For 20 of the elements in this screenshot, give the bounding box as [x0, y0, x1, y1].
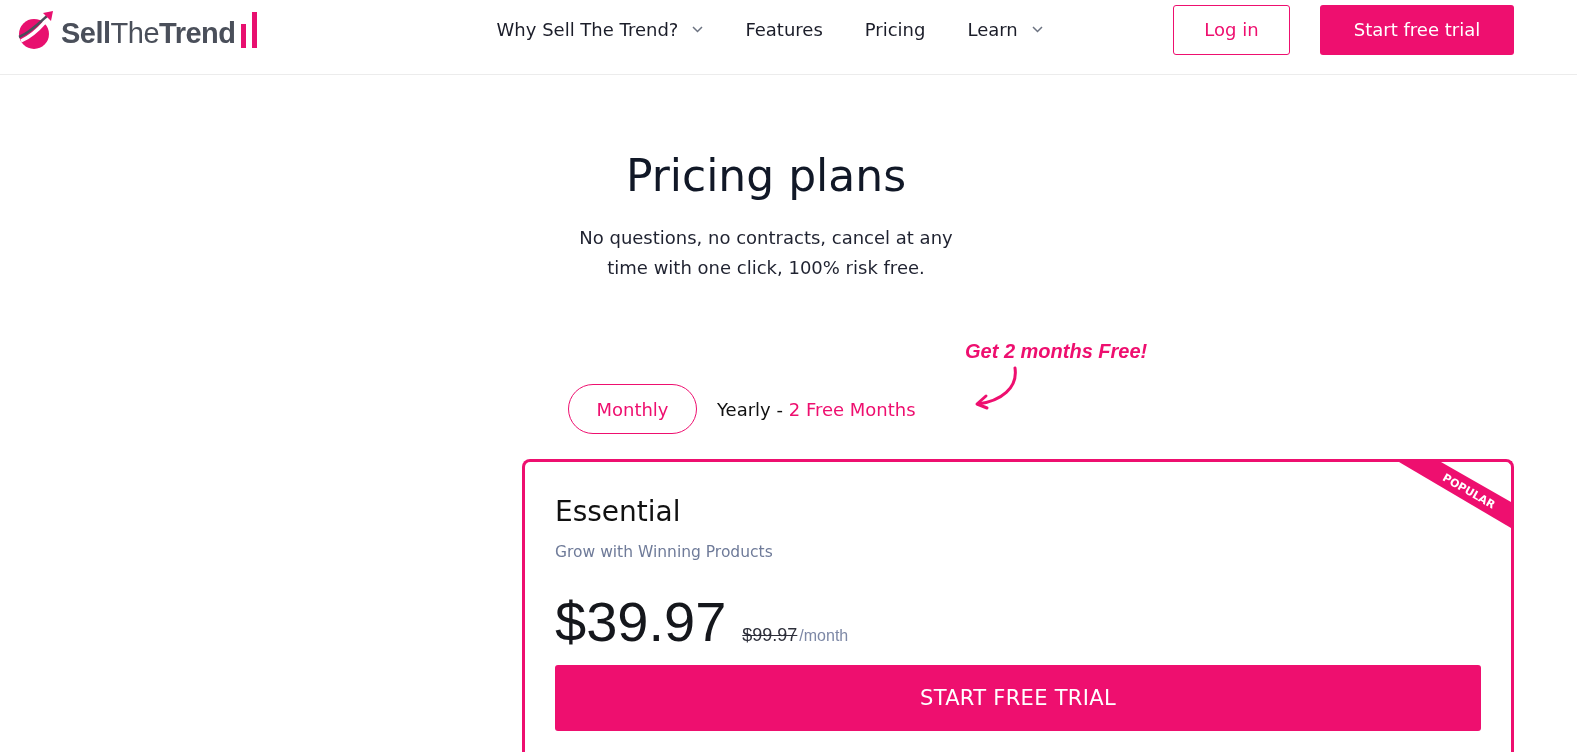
- nav-link[interactable]: Why Sell The Trend?: [496, 19, 704, 40]
- billing-option[interactable]: Yearly - 2 Free Months: [716, 384, 917, 434]
- billing-option[interactable]: Monthly: [568, 384, 697, 434]
- start-trial-button[interactable]: Start free trial: [1320, 4, 1514, 55]
- nav-link[interactable]: Features: [745, 19, 823, 40]
- price-period: /month: [799, 627, 849, 645]
- logo-wordmark[interactable]: SellTheTrend: [61, 18, 236, 50]
- nav-link[interactable]: Pricing: [864, 19, 926, 40]
- bar-chart-icon: [238, 11, 259, 48]
- chevron-down-icon: [692, 26, 704, 33]
- login-button[interactable]: Log in: [1173, 4, 1290, 55]
- chevron-down-icon: [1031, 26, 1043, 33]
- old-price: $99.97: [742, 625, 798, 646]
- nav-link[interactable]: Learn: [967, 19, 1043, 40]
- promo-label: Get 2 months Free!: [965, 339, 1148, 364]
- start-trial-button[interactable]: START FREE TRIAL: [555, 665, 1481, 731]
- page-subtitle: No questions, no contracts, cancel at any time with one click, 100% risk free.: [578, 226, 954, 280]
- plan-price: $39.97: [555, 590, 727, 654]
- plan-tagline: Grow with Winning Products: [555, 542, 774, 563]
- page-title: Pricing plans: [624, 149, 908, 202]
